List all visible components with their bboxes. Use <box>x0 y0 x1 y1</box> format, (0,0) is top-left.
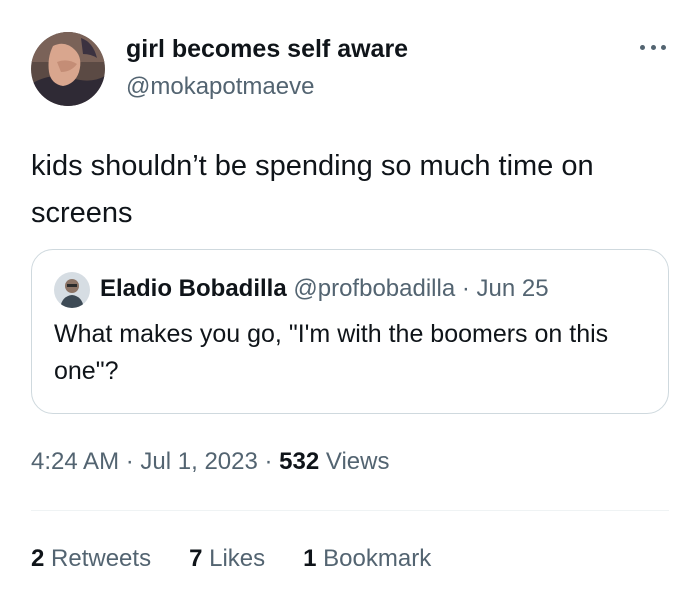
quoted-author-handle[interactable]: @profbobadilla <box>293 275 455 302</box>
quoted-tweet-text: What makes you go, "I'm with the boomers… <box>54 320 609 385</box>
retweets-label: Retweets <box>51 545 152 572</box>
more-dot <box>661 44 666 50</box>
engagement-stats: 2 Retweets 7 Likes 1 Bookmark <box>31 544 469 574</box>
tweet-text: kids shouldn’t be spending so much time … <box>31 150 594 229</box>
more-horizontal-icon[interactable] <box>636 35 670 59</box>
likes-label: Likes <box>209 545 266 572</box>
meta-separator: · <box>264 448 273 475</box>
views-label: Views <box>325 448 390 475</box>
author-avatar[interactable] <box>31 32 105 106</box>
avatar-image <box>31 32 105 106</box>
author-handle[interactable]: @mokapotmaeve <box>126 72 314 102</box>
author-display-name[interactable]: girl becomes self aware <box>126 34 408 64</box>
meta-separator: · <box>125 448 134 475</box>
quoted-tweet-card[interactable]: Eladio Bobadilla @profbobadilla · Jun 25… <box>31 249 669 414</box>
divider <box>31 510 669 511</box>
likes-stat[interactable]: 7 Likes <box>189 544 265 574</box>
views-count: 532 <box>279 448 320 475</box>
tweet-meta: 4:24 AM · Jul 1, 2023 · 532 Views <box>31 447 389 477</box>
bookmarks-count: 1 <box>303 545 317 572</box>
retweets-count: 2 <box>31 545 45 572</box>
retweets-stat[interactable]: 2 Retweets <box>31 544 151 574</box>
quoted-tweet-header: Eladio Bobadilla @profbobadilla · Jun 25 <box>100 274 549 304</box>
quoted-date[interactable]: Jun 25 <box>477 275 549 302</box>
quoted-separator: · <box>461 275 470 302</box>
quoted-avatar-image <box>54 272 90 308</box>
tweet-time[interactable]: 4:24 AM <box>31 448 119 475</box>
likes-count: 7 <box>189 545 203 572</box>
quoted-author-name[interactable]: Eladio Bobadilla <box>100 275 287 302</box>
more-dot <box>650 44 656 50</box>
bookmarks-label: Bookmark <box>323 545 432 572</box>
quoted-author-avatar[interactable] <box>54 272 90 308</box>
more-dot <box>640 44 645 50</box>
tweet-date[interactable]: Jul 1, 2023 <box>140 448 257 475</box>
bookmarks-stat[interactable]: 1 Bookmark <box>303 544 431 574</box>
